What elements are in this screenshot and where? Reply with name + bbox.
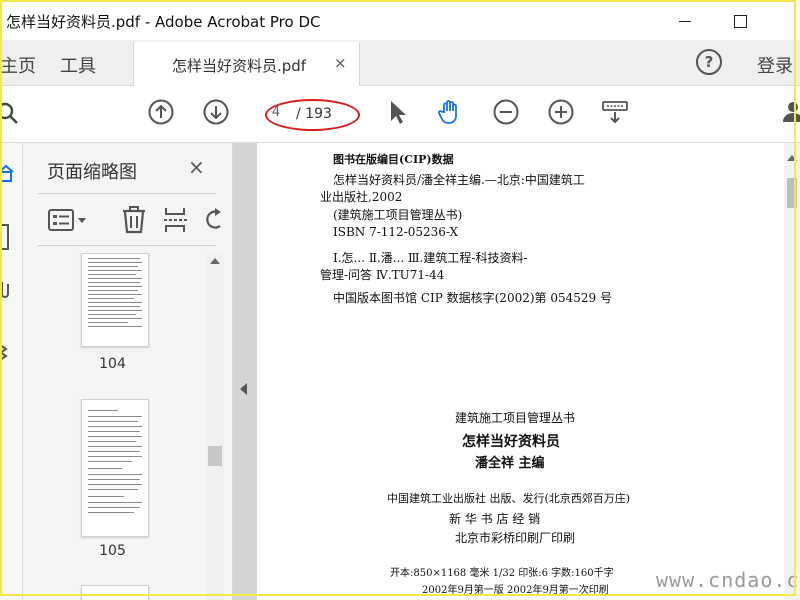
scroll-up-icon[interactable] [210, 258, 220, 264]
publisher: 中国建筑工业出版社 出版、发行(北京西郊百万庄) [387, 492, 631, 505]
title-bar: 怎样当好资料员.pdf - Adobe Acrobat Pro DC [0, 0, 800, 40]
hand-icon[interactable] [436, 98, 464, 126]
series-title: 建筑施工项目管理丛书 [455, 411, 576, 425]
panel-close-icon[interactable]: × [188, 155, 205, 179]
tab-home[interactable]: 主页 [0, 52, 36, 78]
document-page: 图书在版编目(CIP)数据 怎样当好资料员/潘全祥主编.—北京:中国建筑工 业出… [257, 143, 784, 600]
tab-close-icon[interactable]: × [334, 54, 347, 72]
page-thumbnails-panel: 页面缩略图 × 104 105 [23, 143, 233, 600]
zoom-out-icon[interactable] [492, 98, 520, 126]
thumbnail-page-number: 104 [99, 356, 126, 372]
maximize-icon [733, 14, 747, 28]
panel-toolbar [38, 203, 223, 237]
attachment-icon[interactable] [0, 278, 12, 300]
bookmark-icon[interactable] [0, 223, 12, 253]
zoom-in-icon[interactable] [547, 98, 575, 126]
watermark: www.cndao.com [656, 568, 800, 592]
divider [38, 245, 216, 246]
navigation-rail [0, 143, 23, 600]
arrow-down-circle-icon[interactable] [202, 98, 230, 126]
home-icon[interactable] [0, 163, 14, 183]
printer: 北京市彩桥印刷厂印刷 [455, 531, 576, 545]
document-scrollbar[interactable] [784, 143, 800, 600]
rotate-icon[interactable] [204, 208, 224, 232]
trash-icon[interactable] [121, 206, 147, 234]
cip-heading: 图书在版编目(CIP)数据 [333, 153, 454, 166]
distributor: 新 华 书 店 经 销 [449, 512, 541, 526]
pointer-icon[interactable] [384, 98, 412, 126]
thumbnail-page-104[interactable] [81, 253, 149, 347]
help-icon[interactable]: ? [696, 49, 722, 75]
toolbar [0, 86, 800, 143]
tab-bar: 主页 工具 [0, 40, 800, 86]
user-icon[interactable] [779, 98, 800, 126]
options-menu-icon[interactable] [48, 209, 90, 231]
cip-line: (建筑施工项目管理丛书) [333, 208, 463, 222]
cip-line: 管理-问答 Ⅳ.TU71-44 [320, 268, 445, 282]
keyboard-icon[interactable] [601, 98, 629, 126]
format-info: 开本:850×1168 毫米 1/32 印张:6 字数:160千字 [390, 568, 614, 579]
maximize-button[interactable] [727, 8, 753, 34]
search-icon[interactable] [0, 100, 22, 128]
tab-document[interactable]: 怎样当好资料员.pdf × [133, 42, 360, 86]
cip-line: 中国版本图书馆 CIP 数据核字(2002)第 054529 号 [333, 291, 612, 305]
scroll-up-icon[interactable] [787, 155, 797, 161]
collapse-panel-icon[interactable] [240, 383, 247, 395]
scrollbar-thumb[interactable] [208, 446, 222, 466]
thumbnail-scrollbar[interactable] [206, 253, 224, 600]
minimize-button[interactable] [672, 8, 698, 34]
login-button[interactable]: 登录 [757, 52, 793, 78]
scrollbar-thumb[interactable] [787, 178, 797, 208]
edition-info: 2002年9月第一版 2002年9月第一次印刷 [422, 585, 609, 596]
divider [38, 193, 216, 194]
thumbnail-page-next[interactable] [81, 585, 149, 600]
thumbnail-page-number: 105 [99, 543, 126, 559]
tab-document-label: 怎样当好资料员.pdf [172, 57, 307, 75]
cip-line: 业出版社,2002 [320, 190, 403, 204]
tab-tools[interactable]: 工具 [60, 52, 96, 78]
cip-line: ISBN 7-112-05236-X [333, 225, 459, 239]
window-title: 怎样当好资料员.pdf - Adobe Acrobat Pro DC [6, 13, 321, 31]
minimize-icon [679, 20, 691, 22]
cip-line: Ⅰ.怎... Ⅱ.潘... Ⅲ.建筑工程-科技资料- [333, 251, 528, 265]
cip-line: 怎样当好资料员/潘全祥主编.—北京:中国建筑工 [333, 173, 585, 187]
panel-title: 页面缩略图 [47, 162, 137, 183]
book-title: 怎样当好资料员 [462, 434, 560, 450]
arrow-up-circle-icon[interactable] [147, 98, 175, 126]
layers-icon[interactable] [0, 341, 12, 363]
thumbnail-list: 104 105 [23, 253, 208, 600]
editor: 潘全祥 主编 [475, 456, 545, 471]
thumbnail-page-105[interactable] [81, 399, 149, 537]
extract-pages-icon[interactable] [163, 206, 189, 234]
annotation-ellipse [265, 99, 360, 131]
